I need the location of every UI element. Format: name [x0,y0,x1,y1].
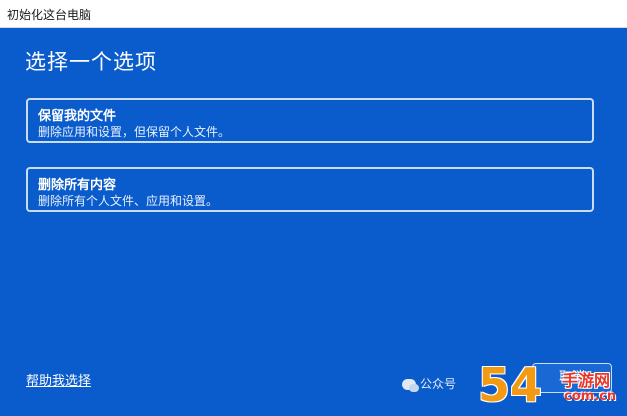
option-remove-everything[interactable]: 删除所有内容 删除所有个人文件、应用和设置。 [26,167,594,212]
title-bar: 初始化这台电脑 [0,0,627,28]
logo-number: 54 [478,358,543,412]
option-keep-my-files[interactable]: 保留我的文件 删除应用和设置，但保留个人文件。 [26,98,594,143]
option-title: 保留我的文件 [38,109,117,124]
wechat-watermark: 公众号 [402,375,456,392]
logo-chinese-text: 手游网 [562,371,611,390]
wechat-icon [402,379,419,392]
dialog-heading: 选择一个选项 [25,50,157,74]
option-description: 删除应用和设置，但保留个人文件。 [38,125,231,139]
window-title: 初始化这台电脑 [7,8,92,22]
help-me-choose-link[interactable]: 帮助我选择 [26,370,91,389]
option-description: 删除所有个人文件、应用和设置。 [38,194,219,208]
site-logo-watermark: 54 手游网 com.cn [478,360,627,416]
logo-domain-text: com.cn [564,389,617,404]
wechat-watermark-text: 公众号 [420,377,457,391]
option-title: 删除所有内容 [38,178,117,193]
